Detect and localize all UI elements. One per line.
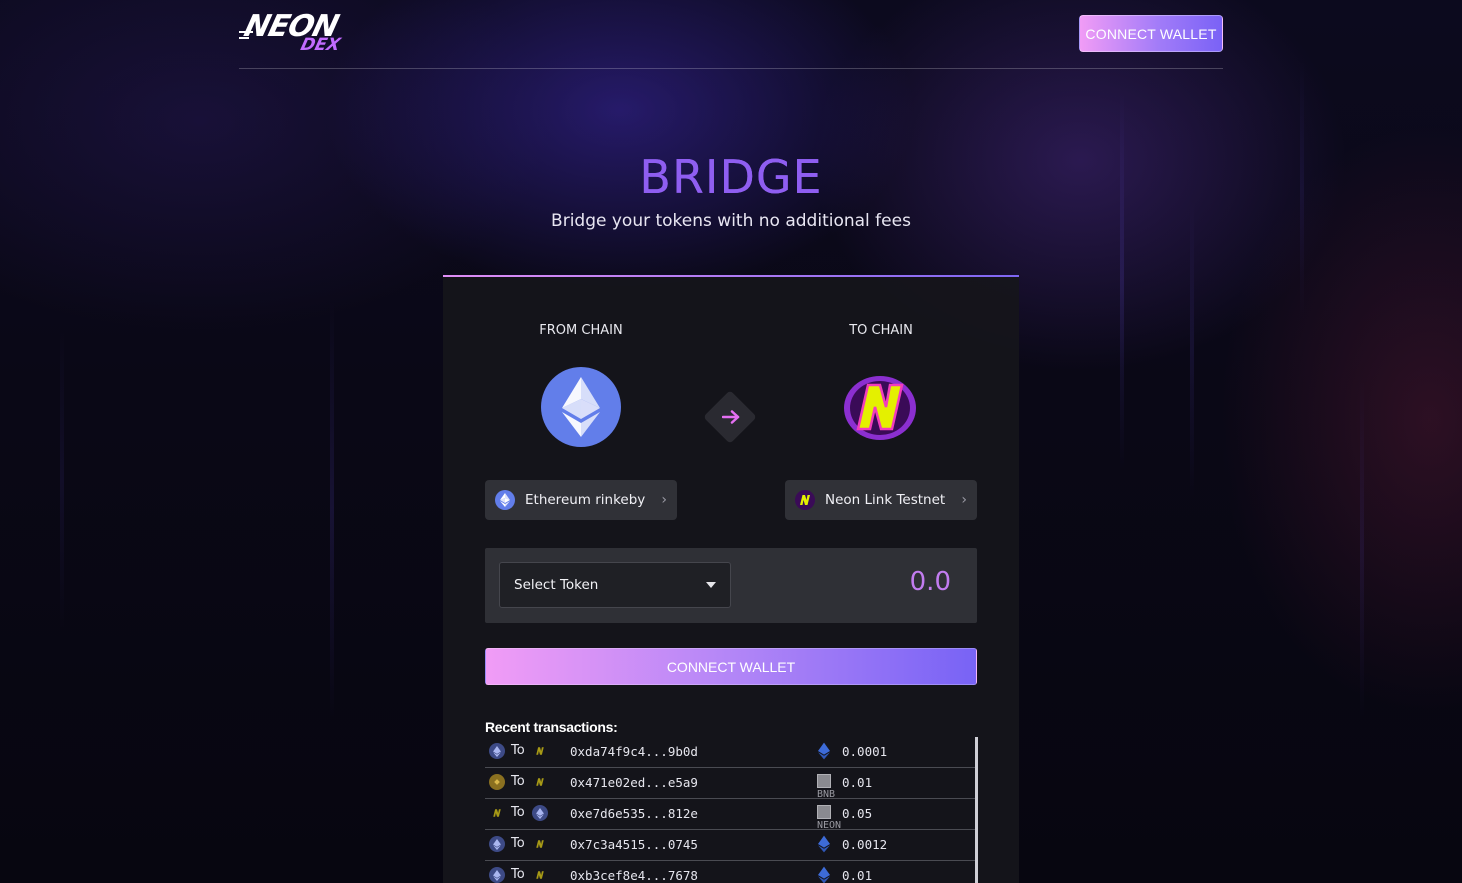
to-chain-select[interactable]: Neon Link Testnet › — [785, 480, 977, 520]
ethereum-icon — [489, 743, 505, 759]
ethereum-icon — [489, 836, 505, 852]
transaction-row[interactable]: To 0xe7d6e535...812e NEON 0.05 — [485, 799, 975, 831]
neon-icon — [840, 367, 920, 447]
to-chain-label: TO CHAIN — [849, 323, 913, 338]
to-chain-name: Neon Link Testnet — [825, 492, 946, 508]
from-chain-select[interactable]: Ethereum rinkeby › — [485, 480, 677, 520]
caret-down-icon — [706, 582, 716, 588]
background-streak — [60, 330, 64, 630]
transaction-amount: 0.05 — [842, 806, 873, 821]
swap-chains-button[interactable] — [703, 390, 757, 444]
background-streak — [1120, 90, 1124, 470]
chevron-right-icon: › — [661, 492, 667, 508]
transaction-hash[interactable]: 0x471e02ed...e5a9 — [570, 775, 698, 790]
page-title: BRIDGE — [0, 150, 1462, 204]
broken-image-icon: NEON — [817, 805, 841, 831]
background-streak — [1190, 200, 1194, 500]
chevron-right-icon: › — [961, 492, 967, 508]
broken-image-icon: BNB — [817, 774, 835, 800]
neon-icon — [532, 836, 548, 852]
neon-icon — [532, 774, 548, 790]
from-chain-label: FROM CHAIN — [539, 323, 623, 338]
neon-icon — [795, 490, 815, 510]
transaction-row[interactable]: To 0x7c3a4515...0745 0.0012 — [485, 830, 975, 861]
from-chain-name: Ethereum rinkeby — [525, 492, 646, 508]
background-streak — [1360, 380, 1364, 720]
transaction-amount: 0.01 — [842, 775, 873, 790]
transaction-row[interactable]: To 0x471e02ed...e5a9 BNB 0.01 — [485, 768, 975, 800]
transaction-hash[interactable]: 0xda74f9c4...9b0d — [570, 744, 698, 759]
transaction-row[interactable]: To 0xda74f9c4...9b0d 0.0001 — [485, 737, 975, 768]
card-accent-line — [443, 275, 1019, 277]
to-label: To — [511, 867, 525, 882]
neon-icon — [532, 743, 548, 759]
bridge-card: FROM CHAIN TO CHAIN Ethereum rinkeby › N… — [443, 275, 1019, 883]
transaction-row[interactable]: To 0xb3cef8e4...7678 0.01 — [485, 861, 975, 883]
to-label: To — [511, 836, 525, 851]
transaction-hash[interactable]: 0xb3cef8e4...7678 — [570, 868, 698, 883]
ethereum-icon — [818, 866, 834, 883]
neon-icon — [489, 805, 505, 821]
token-amount-panel: Select Token — [485, 548, 977, 623]
bnb-icon — [489, 774, 505, 790]
neon-icon — [532, 867, 548, 883]
token-select-dropdown[interactable]: Select Token — [499, 562, 731, 608]
ethereum-icon — [495, 490, 515, 510]
transaction-amount: 0.01 — [842, 868, 873, 883]
connect-wallet-button[interactable]: CONNECT WALLET — [485, 648, 977, 685]
to-label: To — [511, 743, 525, 758]
ethereum-icon — [489, 867, 505, 883]
to-label: To — [511, 774, 525, 789]
neon-dex-logo[interactable]: NEON DEX — [239, 9, 359, 59]
page: NEON DEX CONNECT WALLET BRIDGE Bridge yo… — [0, 0, 1462, 883]
token-select-label: Select Token — [514, 577, 599, 593]
logo-subtext: DEX — [298, 35, 343, 55]
transaction-amount: 0.0012 — [842, 837, 888, 852]
to-label: To — [511, 805, 525, 820]
transaction-hash[interactable]: 0x7c3a4515...0745 — [570, 837, 698, 852]
ethereum-icon — [818, 835, 834, 855]
ethereum-icon — [818, 742, 834, 762]
ethereum-icon — [541, 367, 621, 447]
page-subtitle: Bridge your tokens with no additional fe… — [551, 211, 911, 231]
ethereum-icon — [532, 805, 548, 821]
top-navbar: NEON DEX CONNECT WALLET — [239, 0, 1223, 69]
transaction-amount: 0.0001 — [842, 744, 888, 759]
transaction-hash[interactable]: 0xe7d6e535...812e — [570, 806, 698, 821]
amount-input[interactable] — [799, 566, 953, 598]
connect-wallet-button-header[interactable]: CONNECT WALLET — [1079, 15, 1223, 52]
background-streak — [330, 300, 334, 720]
recent-transactions-list[interactable]: To 0xda74f9c4...9b0d 0.0001 To 0x471e02e… — [485, 737, 978, 883]
recent-transactions-title: Recent transactions: — [485, 719, 618, 735]
